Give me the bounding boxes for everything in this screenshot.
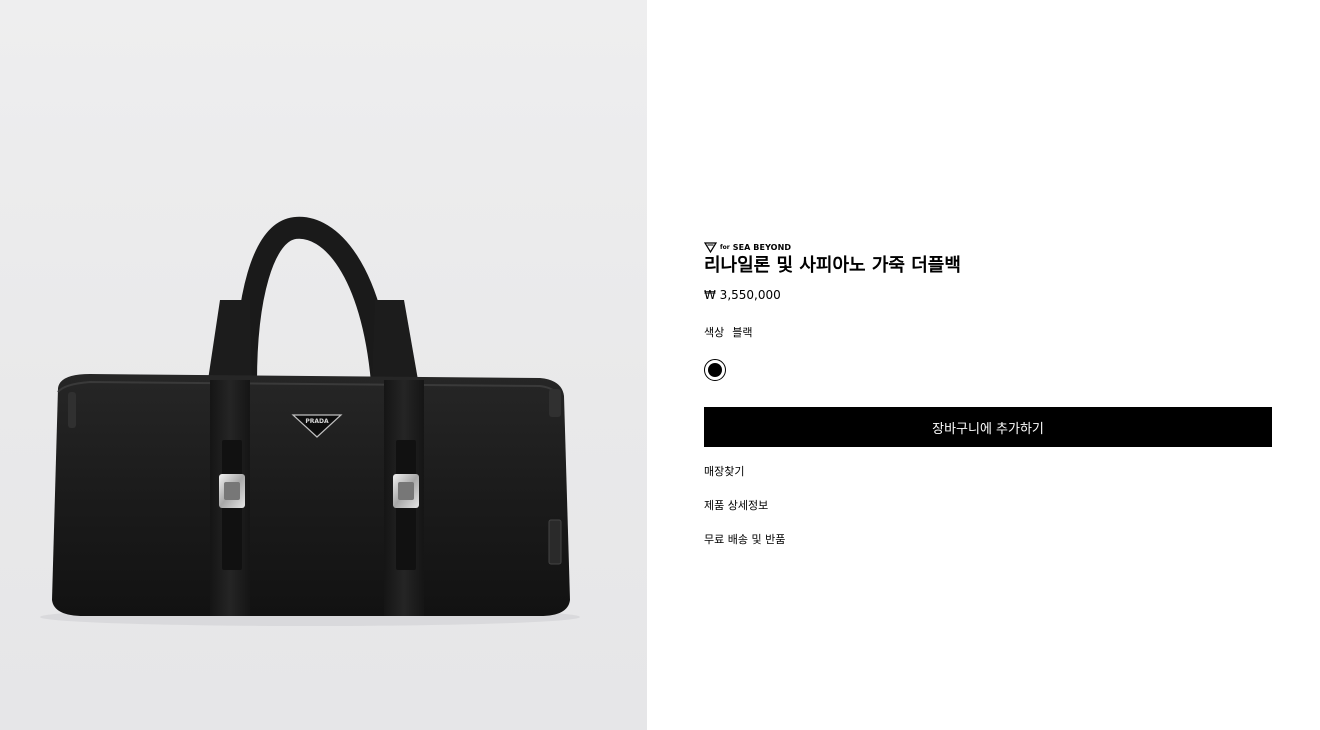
sea-beyond-badge: for SEA BEYOND [704,241,791,253]
logo-text: PRADA [305,418,329,425]
product-details-panel: for SEA BEYOND 리나일론 및 사피아노 가죽 더플백 ₩ 3,55… [704,0,1272,730]
shipping-returns-link[interactable]: 무료 배송 및 반품 [704,533,785,547]
product-details-link[interactable]: 제품 상세정보 [704,499,768,513]
badge-text: SEA BEYOND [732,242,792,252]
color-label: 색상 [704,326,725,339]
diamond-icon [704,241,717,253]
color-value: 블랙 [732,326,753,339]
product-image: PRADA [40,216,580,626]
add-to-cart-button[interactable]: 장바구니에 추가하기 [704,407,1272,447]
color-info: 색상 블랙 [704,326,753,340]
swatch-fill [708,363,722,377]
product-image-gallery[interactable]: PRADA [0,0,647,730]
color-swatch-black[interactable] [704,359,726,381]
find-store-link[interactable]: 매장찾기 [704,465,744,479]
badge-prefix: for [720,243,730,251]
product-title: 리나일론 및 사피아노 가죽 더플백 [704,255,961,276]
product-price: ₩ 3,550,000 [704,288,781,302]
